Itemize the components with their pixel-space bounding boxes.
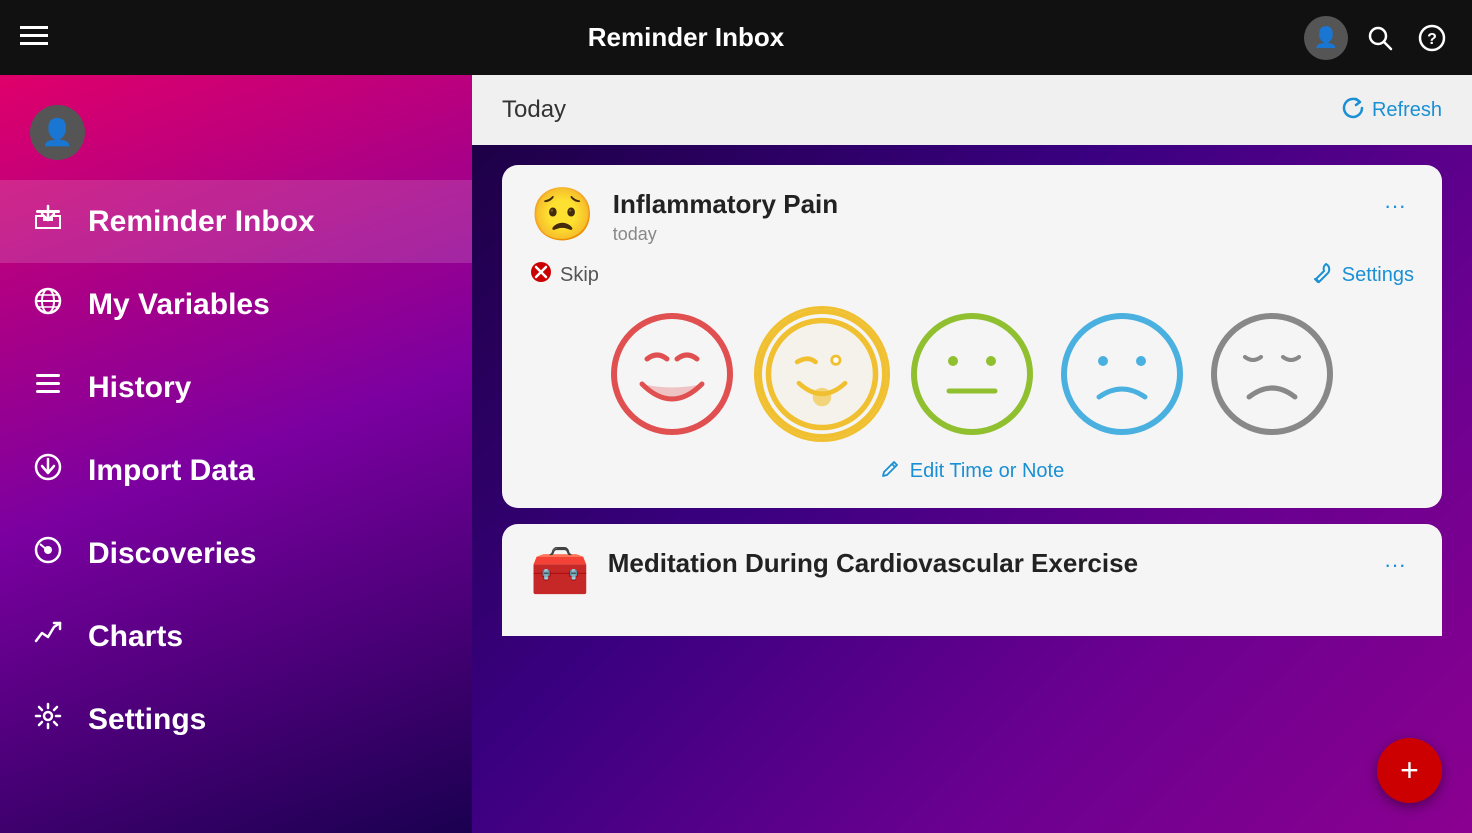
sidebar-user: 👤 bbox=[0, 95, 472, 180]
reminder-card-inflammatory-pain: 😟 Inflammatory Pain today ··· bbox=[502, 165, 1442, 508]
settings-icon bbox=[30, 700, 66, 739]
sidebar-item-label: Charts bbox=[88, 620, 183, 654]
history-icon bbox=[30, 368, 66, 407]
wrench-icon bbox=[1312, 262, 1334, 289]
settings-label: Settings bbox=[1342, 264, 1414, 287]
skip-icon bbox=[530, 261, 552, 289]
sidebar-item-my-variables[interactable]: My Variables bbox=[0, 263, 472, 346]
card-more-button[interactable]: ··· bbox=[1376, 189, 1414, 223]
today-label: Today bbox=[502, 96, 566, 124]
mood-face-okay[interactable] bbox=[907, 309, 1037, 439]
sidebar-nav: Reminder Inbox My Variables bbox=[0, 180, 472, 761]
add-icon: + bbox=[1400, 752, 1419, 789]
globe-icon bbox=[30, 285, 66, 324]
main-body: 👤 Reminder Inbox bbox=[0, 75, 1472, 833]
inbox-icon bbox=[30, 202, 66, 241]
mood-faces bbox=[530, 309, 1414, 439]
menu-icon[interactable] bbox=[20, 26, 48, 50]
sidebar-item-settings[interactable]: Settings bbox=[0, 678, 472, 761]
sidebar-item-label: Settings bbox=[88, 703, 206, 737]
sidebar-item-label: My Variables bbox=[88, 288, 270, 322]
card-more-button[interactable]: ··· bbox=[1376, 548, 1414, 582]
header-right: 👤 ? bbox=[1304, 16, 1452, 60]
mood-face-good[interactable] bbox=[757, 309, 887, 439]
card-actions: Skip Settings bbox=[530, 261, 1414, 289]
charts-icon bbox=[30, 617, 66, 656]
header-title: Reminder Inbox bbox=[68, 22, 1304, 53]
help-icon[interactable]: ? bbox=[1412, 18, 1452, 58]
sidebar-item-charts[interactable]: Charts bbox=[0, 595, 472, 678]
refresh-button[interactable]: Refresh bbox=[1342, 97, 1442, 124]
skip-button[interactable]: Skip bbox=[530, 261, 599, 289]
card-header: 🧰 Meditation During Cardiovascular Exerc… bbox=[530, 548, 1414, 596]
card-title: Inflammatory Pain bbox=[613, 189, 1358, 220]
mood-face-great[interactable] bbox=[607, 309, 737, 439]
sidebar-item-discoveries[interactable]: Discoveries bbox=[0, 512, 472, 595]
svg-text:?: ? bbox=[1427, 31, 1437, 48]
search-icon[interactable] bbox=[1360, 18, 1400, 58]
skip-label: Skip bbox=[560, 264, 599, 287]
mood-face-bad[interactable] bbox=[1057, 309, 1187, 439]
content: Today Refresh 😟 Inflammatory Pain bbox=[472, 75, 1472, 833]
refresh-icon bbox=[1342, 97, 1364, 124]
card-settings-button[interactable]: Settings bbox=[1312, 262, 1414, 289]
refresh-label: Refresh bbox=[1372, 99, 1442, 122]
today-bar: Today Refresh bbox=[472, 75, 1472, 145]
import-icon bbox=[30, 451, 66, 490]
card-header: 😟 Inflammatory Pain today ··· bbox=[530, 189, 1414, 245]
reminder-card-meditation: 🧰 Meditation During Cardiovascular Exerc… bbox=[502, 524, 1442, 636]
sidebar-item-reminder-inbox[interactable]: Reminder Inbox bbox=[0, 180, 472, 263]
header: Reminder Inbox 👤 ? bbox=[0, 0, 1472, 75]
card-emoji: 😟 bbox=[530, 189, 595, 241]
card-subtitle: today bbox=[613, 224, 1358, 245]
sidebar-item-label: Discoveries bbox=[88, 537, 256, 571]
discoveries-icon bbox=[30, 534, 66, 573]
cards-container: 😟 Inflammatory Pain today ··· bbox=[472, 145, 1472, 656]
sidebar-item-history[interactable]: History bbox=[0, 346, 472, 429]
mood-face-terrible[interactable] bbox=[1207, 309, 1337, 439]
sidebar-item-label: Import Data bbox=[88, 454, 255, 488]
sidebar-item-import-data[interactable]: Import Data bbox=[0, 429, 472, 512]
sidebar-avatar: 👤 bbox=[30, 105, 85, 160]
edit-time-note-button[interactable]: Edit Time or Note bbox=[530, 459, 1414, 484]
card-info: Meditation During Cardiovascular Exercis… bbox=[608, 548, 1358, 583]
pencil-icon bbox=[880, 459, 900, 484]
sidebar-item-label: Reminder Inbox bbox=[88, 205, 315, 239]
card-info: Inflammatory Pain today bbox=[613, 189, 1358, 245]
card-emoji: 🧰 bbox=[530, 548, 590, 596]
card-title: Meditation During Cardiovascular Exercis… bbox=[608, 548, 1358, 579]
sidebar-item-label: History bbox=[88, 371, 191, 405]
add-fab-button[interactable]: + bbox=[1377, 738, 1442, 803]
edit-time-note-label: Edit Time or Note bbox=[910, 460, 1065, 483]
sidebar: 👤 Reminder Inbox bbox=[0, 75, 472, 833]
header-avatar[interactable]: 👤 bbox=[1304, 16, 1348, 60]
